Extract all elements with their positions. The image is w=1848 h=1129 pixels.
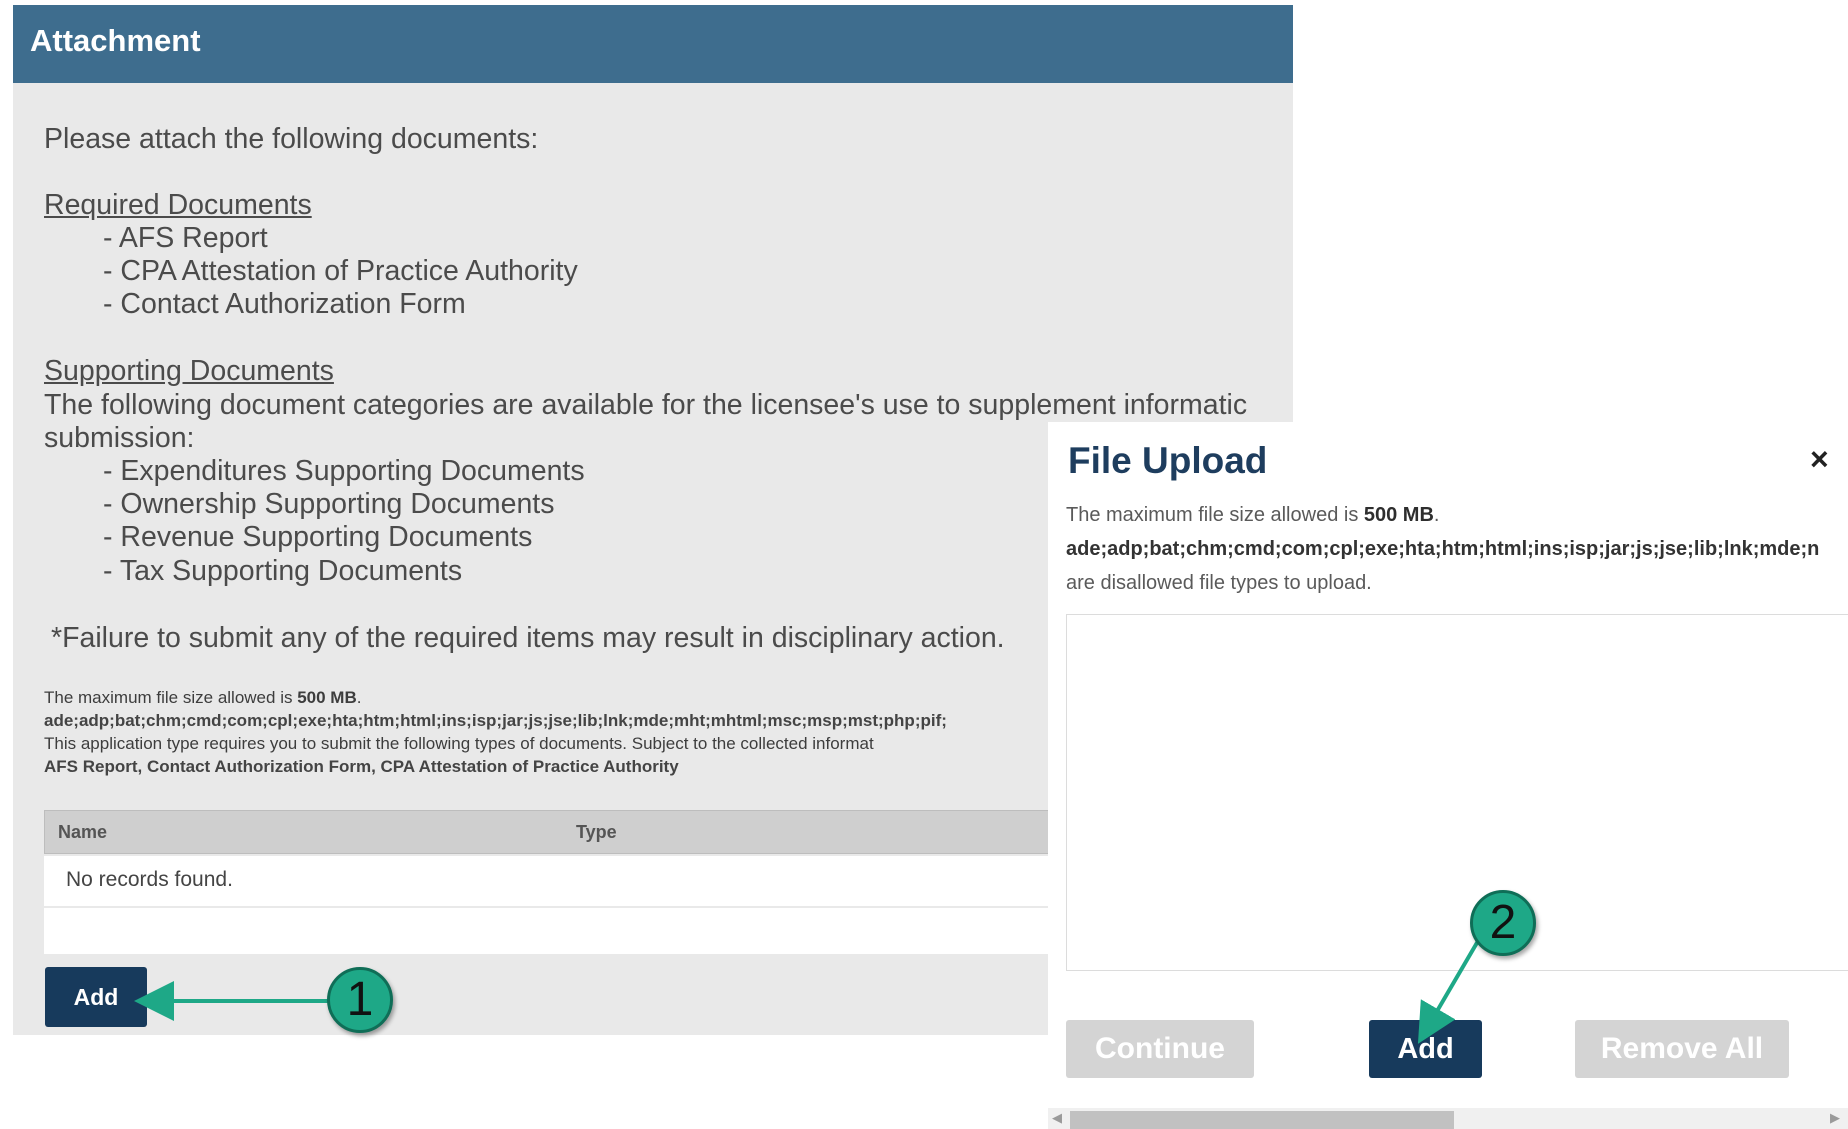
callout-arrow-2 (1417, 939, 1480, 1044)
step-2-badge: 2 (1470, 890, 1536, 956)
step-1-badge: 1 (327, 967, 393, 1033)
callout-arrows (134, 939, 1480, 1044)
